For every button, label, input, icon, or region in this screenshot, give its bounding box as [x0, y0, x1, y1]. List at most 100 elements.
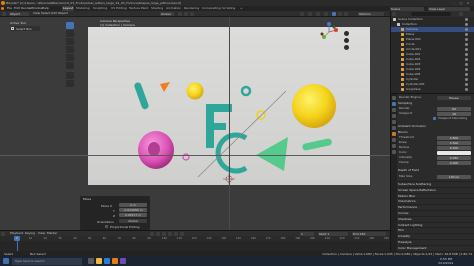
visibility-eye-icon[interactable] — [465, 58, 468, 61]
property-section-header[interactable]: Freestyle — [398, 239, 474, 244]
property-section-header[interactable]: Shadows — [398, 215, 474, 221]
mode-dropdown[interactable]: Object Mode — [9, 12, 29, 20]
object-menu[interactable]: Object — [58, 11, 68, 16]
camera-view-icon[interactable] — [344, 45, 349, 50]
filter-icon[interactable] — [459, 12, 463, 16]
property-section-header[interactable]: Indirect Lighting — [398, 221, 474, 227]
xray-toggle-icon[interactable] — [324, 12, 328, 16]
timeline-editor-icon[interactable] — [1, 231, 5, 236]
shading-rendered-icon[interactable] — [344, 12, 348, 16]
visibility-eye-icon[interactable] — [465, 53, 468, 56]
bloom-clamp-field[interactable]: 0.000 — [437, 160, 471, 165]
minimize-icon[interactable]: – — [452, 1, 456, 5]
outliner-editor-icon[interactable] — [392, 12, 396, 16]
output-tab-icon[interactable] — [392, 108, 396, 112]
property-section-header[interactable]: Subsurface Scattering — [398, 181, 474, 186]
visibility-eye-icon[interactable] — [465, 88, 468, 91]
play-icon[interactable] — [168, 231, 172, 236]
visibility-eye-icon[interactable] — [465, 83, 468, 86]
section-ambient-occlusion[interactable]: Ambient Occlusion — [398, 124, 474, 129]
tool-tab-icon[interactable] — [392, 96, 396, 100]
options-dropdown[interactable]: Options — [358, 12, 384, 16]
property-section-header[interactable]: Curves — [398, 210, 474, 215]
snap-icon[interactable] — [184, 12, 188, 16]
modifier-tab-icon[interactable] — [392, 138, 396, 142]
bloom-radius-field[interactable]: 6.500 — [437, 145, 471, 150]
start-frame-field[interactable]: Start 1 — [318, 231, 348, 236]
maximize-icon[interactable]: □ — [459, 1, 463, 5]
shading-material-icon[interactable] — [338, 12, 342, 16]
move-tool[interactable] — [66, 38, 74, 45]
bloom-intensity-field[interactable]: 0.050 — [437, 155, 471, 160]
pivot-icon[interactable] — [178, 12, 182, 16]
taskbar-search-box[interactable]: Type here to search — [12, 257, 82, 265]
transform-orientation-dropdown[interactable]: Global — [160, 12, 174, 16]
property-section-header[interactable]: Film — [398, 227, 474, 232]
move-z-field[interactable]: 0.02517 m — [119, 213, 147, 217]
view-menu[interactable]: View — [33, 11, 40, 16]
move-y-field[interactable]: -0.009886 m — [119, 208, 147, 212]
visibility-eye-icon[interactable] — [465, 68, 468, 71]
viewport-samples-field[interactable]: 16 — [437, 111, 471, 116]
scene-selector[interactable]: Scene — [390, 6, 424, 11]
bloom-threshold-field[interactable]: 0.800 — [437, 135, 471, 140]
render-tab-icon[interactable] — [392, 102, 396, 106]
proportional-edit-icon[interactable] — [190, 12, 194, 16]
view-layer-tab-icon[interactable] — [392, 114, 396, 118]
visibility-icon[interactable] — [300, 12, 304, 16]
proportional-checkbox[interactable] — [105, 225, 108, 228]
render-samples-field[interactable]: 64 — [437, 106, 471, 111]
viewport-denoising-checkbox[interactable] — [433, 117, 436, 120]
overlay-toggle-icon[interactable] — [316, 12, 320, 16]
bloom-knee-field[interactable]: 0.500 — [437, 140, 471, 145]
world-tab-icon[interactable] — [392, 126, 396, 130]
select-box-tool[interactable] — [66, 22, 74, 29]
move-x-field[interactable]: 0 m — [119, 203, 147, 207]
bloom-color-swatch[interactable] — [437, 150, 471, 155]
dof-max-size-field[interactable]: 100 px — [437, 174, 471, 179]
property-section-header[interactable]: Color Management — [398, 244, 474, 250]
zoom-icon[interactable] — [344, 31, 349, 36]
section-depth-of-field[interactable]: Depth of Field — [398, 168, 474, 173]
orientation-dropdown[interactable]: Global — [119, 219, 147, 223]
next-keyframe-icon[interactable] — [174, 231, 178, 236]
close-icon[interactable]: × — [466, 1, 470, 5]
file-explorer-icon[interactable] — [96, 258, 102, 264]
rotate-tool[interactable] — [66, 46, 74, 53]
select-menu[interactable]: Select — [41, 11, 50, 16]
outliner-search-input[interactable] — [411, 12, 451, 16]
property-section-header[interactable]: Simplify — [398, 233, 474, 238]
measure-tool[interactable] — [66, 80, 74, 87]
render-engine-dropdown[interactable]: Eevee — [437, 95, 471, 100]
jump-end-icon[interactable] — [180, 231, 184, 236]
gizmo-toggle-icon[interactable] — [308, 12, 312, 16]
active-tool-selector[interactable]: Select Box — [10, 26, 40, 31]
annotate-tool[interactable] — [66, 72, 74, 79]
visibility-eye-icon[interactable] — [465, 48, 468, 51]
object-tab-icon[interactable] — [392, 132, 396, 136]
blender-taskbar-icon[interactable] — [112, 258, 118, 264]
visibility-eye-icon[interactable] — [465, 18, 468, 21]
add-menu[interactable]: Add — [51, 11, 57, 16]
current-frame-field[interactable]: 1 — [300, 231, 314, 236]
property-section-header[interactable]: Performance — [398, 204, 474, 209]
visibility-eye-icon[interactable] — [465, 73, 468, 76]
property-section-header[interactable]: Motion Blur — [398, 192, 474, 198]
constraint-tab-icon[interactable] — [392, 144, 396, 148]
scale-tool[interactable] — [66, 54, 74, 61]
prev-keyframe-icon[interactable] — [156, 231, 160, 236]
last-operation-panel[interactable]: Move Move X 0 m Y -0.009886 m Z 0.02517 … — [80, 196, 150, 230]
transform-tool[interactable] — [66, 62, 74, 69]
windows-start-icon[interactable] — [3, 258, 9, 264]
visibility-eye-icon[interactable] — [465, 63, 468, 66]
shading-solid-icon[interactable] — [332, 12, 336, 16]
end-frame-field[interactable]: End 250 — [352, 231, 386, 236]
frame-ruler[interactable]: 0102030405060708090100110120130140150160… — [0, 236, 390, 241]
browser-icon[interactable] — [104, 258, 110, 264]
editor-type-icon[interactable] — [2, 12, 6, 16]
axis-gizmo-icon[interactable] — [318, 21, 340, 43]
jump-start-icon[interactable] — [150, 231, 154, 236]
cursor-tool[interactable] — [66, 30, 74, 37]
task-view-icon[interactable] — [88, 258, 94, 264]
scene-tab-icon[interactable] — [392, 120, 396, 124]
